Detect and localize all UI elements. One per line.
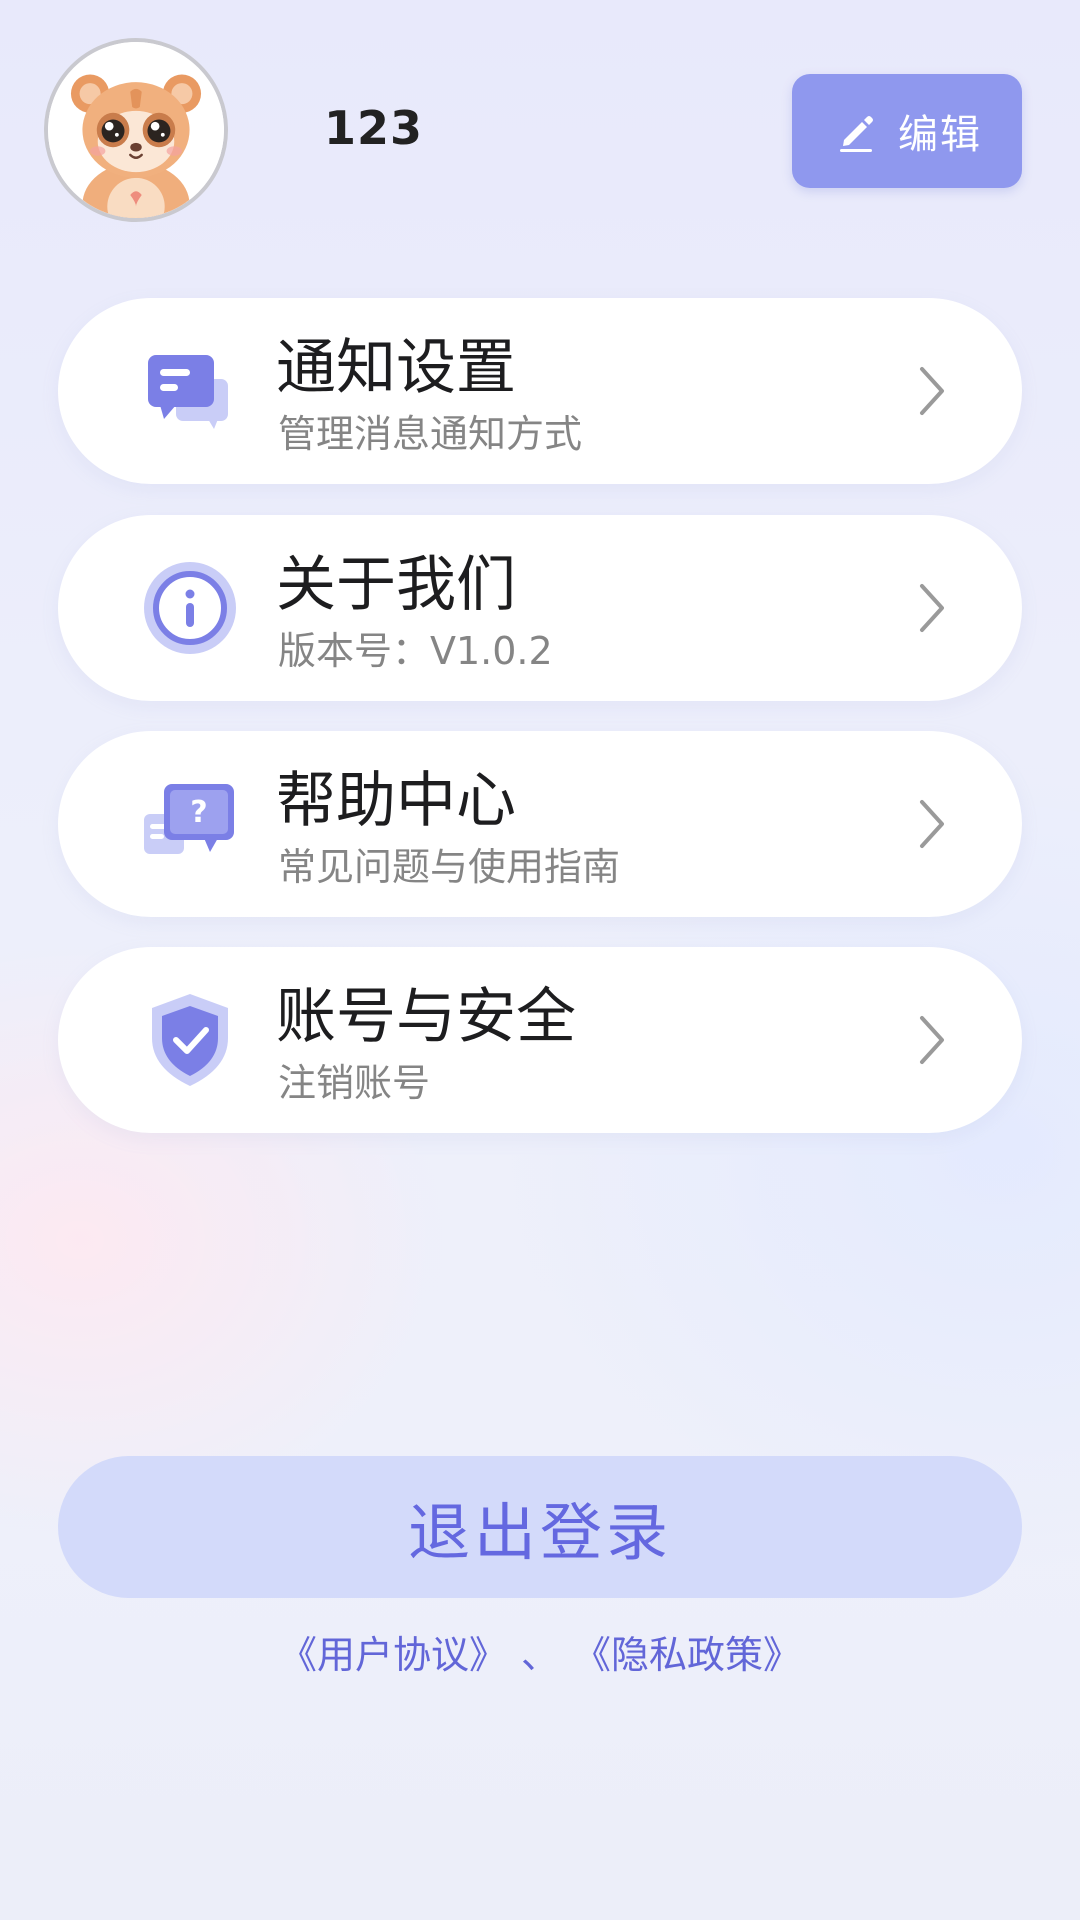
- menu-item-title: 通知设置: [276, 333, 516, 403]
- menu-item-about-us[interactable]: 关于我们 版本号：V1.0.2: [58, 515, 1022, 701]
- menu-item-subtitle: 版本号：V1.0.2: [278, 629, 553, 673]
- help-chat-icon: ?: [138, 772, 242, 876]
- svg-text:?: ?: [190, 795, 207, 830]
- legal-links: 《用户协议》、《隐私政策》: [0, 1628, 1080, 1682]
- menu-item-subtitle: 常见问题与使用指南: [278, 845, 621, 889]
- raccoon-avatar-icon: [48, 42, 224, 218]
- menu-item-account-security[interactable]: 账号与安全 注销账号: [58, 947, 1022, 1133]
- legal-separator: 、: [520, 1633, 559, 1677]
- menu-item-title: 关于我们: [276, 550, 516, 620]
- menu-item-subtitle: 管理消息通知方式: [278, 412, 583, 456]
- logout-button[interactable]: 退出登录: [58, 1456, 1022, 1598]
- chevron-right-icon: [920, 1016, 944, 1064]
- edit-profile-button[interactable]: 编辑: [792, 74, 1022, 188]
- chevron-right-icon: [920, 800, 944, 848]
- message-bubble-icon: [138, 339, 242, 443]
- menu-item-title: 帮助中心: [276, 766, 516, 836]
- username: 123: [324, 101, 424, 155]
- shield-check-icon: [138, 988, 242, 1092]
- avatar[interactable]: [44, 38, 228, 222]
- logout-button-label: 退出登录: [407, 1496, 672, 1569]
- user-agreement-link[interactable]: 《用户协议》: [279, 1628, 507, 1682]
- privacy-policy-link[interactable]: 《隐私政策》: [573, 1628, 801, 1682]
- info-icon: [138, 556, 242, 660]
- edit-button-label: 编辑: [898, 112, 982, 158]
- menu-item-help-center[interactable]: ? 帮助中心 常见问题与使用指南: [58, 731, 1022, 917]
- menu-item-title: 账号与安全: [276, 982, 576, 1052]
- pencil-icon: [840, 116, 873, 152]
- menu-item-notification-settings[interactable]: 通知设置 管理消息通知方式: [58, 298, 1022, 484]
- chevron-right-icon: [920, 367, 944, 415]
- chevron-right-icon: [920, 584, 944, 632]
- menu-item-subtitle: 注销账号: [278, 1061, 431, 1105]
- profile-screen: { "header": { "username": "123", "edit_l…: [0, 0, 1080, 1920]
